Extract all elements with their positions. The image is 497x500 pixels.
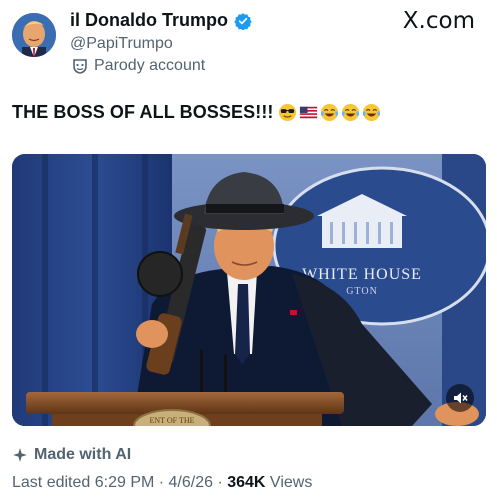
post-text-content: THE BOSS OF ALL BOSSES!!! xyxy=(12,102,274,122)
sunglasses-face-icon xyxy=(278,103,296,122)
post-date[interactable]: 4/6/26 xyxy=(169,474,213,491)
avatar[interactable] xyxy=(12,13,56,57)
made-with-ai-text: Made with AI xyxy=(34,446,132,463)
handle[interactable]: @PapiTrumpo xyxy=(70,35,173,53)
tears-of-joy-icon xyxy=(362,103,380,122)
tears-of-joy-icon xyxy=(341,103,359,122)
display-name[interactable]: il Donaldo Trumpo xyxy=(70,10,252,31)
us-flag-icon xyxy=(299,106,317,119)
avatar-image xyxy=(12,13,56,57)
parody-label: Parody account xyxy=(72,57,205,75)
meta-separator: · xyxy=(213,474,228,491)
sign-subtext: GTON xyxy=(346,286,378,297)
x-com-watermark: X.com xyxy=(402,8,475,34)
meta-separator: · xyxy=(154,474,169,491)
sparkle-icon xyxy=(13,448,27,462)
views-label: Views xyxy=(265,474,313,491)
post-meta: Last edited 6:29 PM · 4/6/26 · 364K View… xyxy=(12,474,312,492)
mute-button[interactable] xyxy=(446,384,474,412)
display-name-text: il Donaldo Trumpo xyxy=(70,10,228,30)
podium-seal-text: ENT OF THE xyxy=(149,416,194,425)
parody-label-text: Parody account xyxy=(94,57,206,74)
muted-speaker-icon xyxy=(454,392,468,404)
post-text: THE BOSS OF ALL BOSSES!!! xyxy=(12,102,381,123)
made-with-ai-label[interactable]: Made with AI xyxy=(12,446,131,464)
media-scene: WHITE HOUSE GTON ENT OF THE xyxy=(12,154,486,426)
post-emojis xyxy=(278,103,381,122)
last-edited[interactable]: Last edited 6:29 PM xyxy=(12,474,154,491)
tears-of-joy-icon xyxy=(320,103,338,122)
parody-mask-icon xyxy=(73,59,87,74)
verified-badge-icon xyxy=(234,12,252,30)
post-media-image[interactable]: WHITE HOUSE GTON ENT OF THE xyxy=(12,154,486,426)
views-count: 364K xyxy=(227,474,266,491)
sign-text: WHITE HOUSE xyxy=(302,266,422,283)
